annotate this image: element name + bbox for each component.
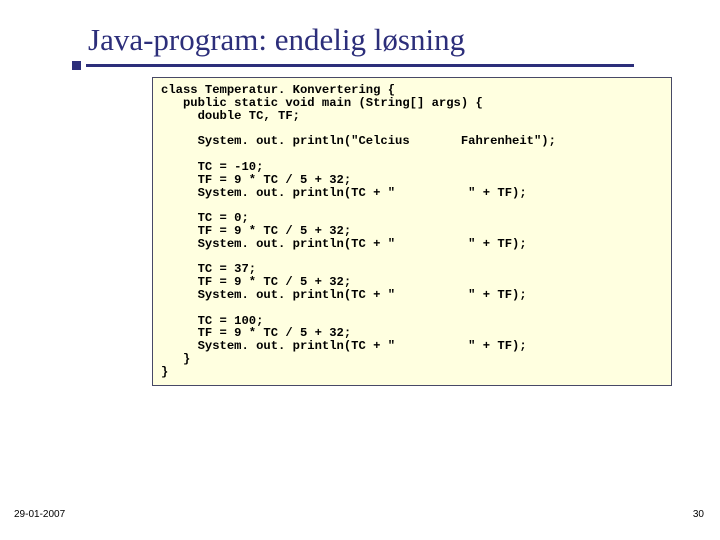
code-text: class Temperatur. Konvertering { public … [161,84,663,379]
code-block: class Temperatur. Konvertering { public … [152,77,672,386]
title-underline [86,64,634,67]
slide-title: Java-program: endelig løsning [0,0,720,64]
footer-date: 29-01-2007 [14,509,65,520]
footer-page-number: 30 [693,509,704,520]
